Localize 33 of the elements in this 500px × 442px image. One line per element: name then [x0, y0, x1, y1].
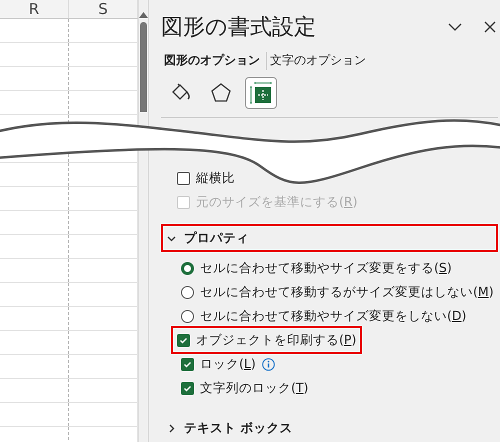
scroll-up-icon[interactable]: [139, 12, 148, 18]
section-header[interactable]: テキスト ボックス: [161, 414, 498, 442]
option-label: 文字列のロック(T): [200, 380, 308, 396]
column-header[interactable]: S: [69, 0, 138, 18]
section-header[interactable]: プロパティ: [161, 224, 498, 252]
checkbox[interactable]: [181, 382, 194, 394]
option-label: ロック(L): [200, 356, 256, 372]
checkmark-icon: [183, 384, 192, 392]
option-label: セルに合わせて移動やサイズ変更をしない(D): [200, 308, 466, 324]
option-label: 縦横比: [196, 170, 235, 186]
radio-button[interactable]: [181, 286, 194, 298]
info-icon[interactable]: [262, 358, 275, 370]
tab[interactable]: 図形のオプション: [161, 50, 266, 72]
option-label: オブジェクトを印刷する(P): [196, 332, 356, 348]
column-header[interactable]: R: [0, 0, 69, 18]
checkbox[interactable]: [181, 358, 194, 370]
pentagon-icon: [210, 82, 232, 104]
checkmark-icon: [179, 336, 188, 344]
tab[interactable]: 文字のオプション: [267, 50, 372, 72]
size-properties-icon: [249, 81, 273, 106]
chevron-right-icon: [167, 424, 176, 432]
checkbox[interactable]: [177, 172, 190, 184]
chevron-down-icon: [167, 234, 176, 242]
scrollbar-thumb[interactable]: [140, 22, 147, 112]
option-label: セルに合わせて移動するがサイズ変更はしない(M): [200, 284, 494, 300]
panel-title: 図形の書式設定: [161, 14, 317, 42]
checkbox[interactable]: [177, 334, 190, 346]
icon-tab[interactable]: [245, 77, 277, 110]
option-label: 元のサイズを基準にする(R): [196, 194, 358, 210]
radio-button[interactable]: [181, 262, 194, 274]
radio-button[interactable]: [181, 310, 194, 322]
checkmark-icon: [183, 360, 192, 368]
option-label: セルに合わせて移動やサイズ変更をする(S): [200, 260, 452, 276]
